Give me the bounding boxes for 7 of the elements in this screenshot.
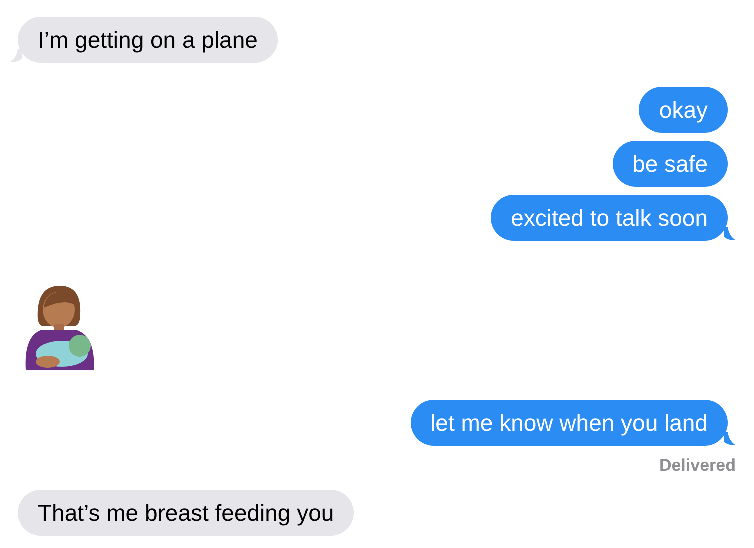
message-bubble: I’m getting on a plane (18, 17, 278, 63)
message-bubble: let me know when you land (410, 400, 728, 446)
message-bubble: That’s me breast feeding you (18, 490, 354, 536)
message-bubble: be safe (612, 141, 728, 187)
delivery-status: Delivered (659, 456, 736, 476)
message-bubble: excited to talk soon (491, 195, 728, 241)
message-bubble: okay (639, 87, 728, 133)
